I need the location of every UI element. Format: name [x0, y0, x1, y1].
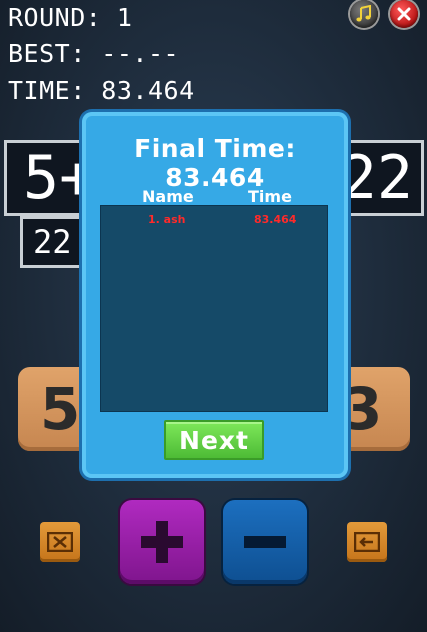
close-button[interactable] — [390, 0, 418, 28]
final-time-title: Final Time: 83.464 — [134, 134, 296, 192]
music-toggle-button[interactable] — [350, 0, 378, 28]
score-name: 1. ash — [148, 213, 186, 226]
plus-icon — [141, 521, 183, 563]
plus-button[interactable] — [120, 500, 204, 584]
scoreboard-panel: 1. ash 83.464 — [100, 205, 328, 412]
minus-icon — [244, 536, 286, 548]
time-column-header: Time — [248, 187, 292, 206]
best-time-label: BEST: --.-- — [8, 39, 180, 68]
backspace-arrow-icon — [354, 532, 380, 552]
results-dialog: Final Time: 83.464 Name Time 1. ash 83.4… — [82, 112, 348, 478]
score-row: 1. ash 83.464 — [100, 213, 328, 227]
clear-x-icon — [47, 532, 73, 552]
backspace-button[interactable] — [347, 522, 387, 562]
score-time: 83.464 — [254, 213, 297, 226]
minus-button[interactable] — [223, 500, 307, 584]
music-note-icon — [356, 5, 371, 22]
round-label: ROUND: 1 — [8, 3, 133, 32]
name-column-header: Name — [142, 187, 194, 206]
clear-button[interactable] — [40, 522, 80, 562]
time-label: TIME: 83.464 — [8, 76, 195, 105]
next-button[interactable]: Next — [164, 420, 264, 460]
close-icon — [397, 7, 411, 21]
